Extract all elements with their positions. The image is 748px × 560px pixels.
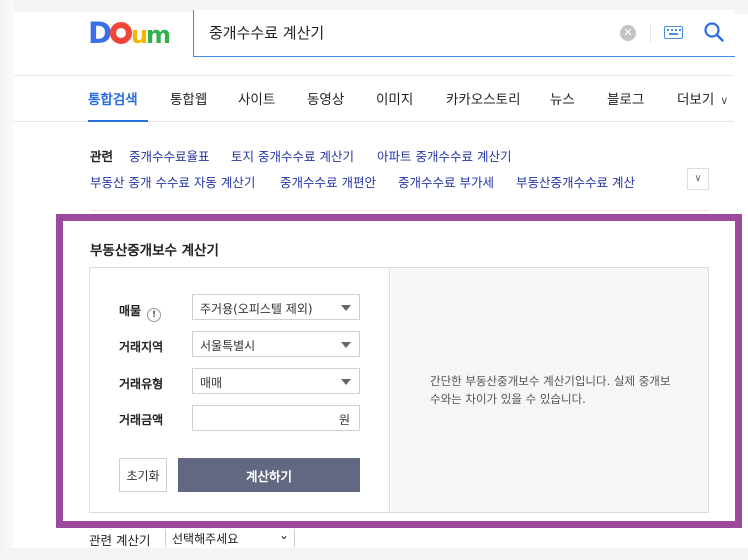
- chevron-down-icon: ⌄: [278, 528, 289, 542]
- calculator-form: 매물! 주거용(오피스텔 제외) 거래지역 서울특별시 거래유형 매매 거래금액…: [90, 268, 390, 512]
- page-shadow-bottom: [0, 548, 748, 560]
- related-calculators-select[interactable]: 선택해주세요 ⌄: [165, 528, 295, 547]
- tab-kakaostory[interactable]: 카카오스토리: [446, 88, 521, 108]
- related-link[interactable]: 중개수수료율표: [129, 146, 210, 165]
- region-label: 거래지역: [119, 340, 164, 354]
- calculate-button[interactable]: 계산하기: [178, 458, 360, 492]
- property-label: 매물!: [119, 302, 162, 322]
- related-link[interactable]: 중개수수료 부가세: [398, 172, 494, 191]
- dropdown-arrow-icon: [341, 305, 351, 311]
- deal-type-select[interactable]: 매매: [192, 368, 360, 394]
- related-link[interactable]: 부동산 중개 수수료 자동 계산기: [90, 172, 255, 191]
- amount-unit: 원: [338, 413, 350, 427]
- property-select[interactable]: 주거용(오피스텔 제외): [192, 294, 360, 320]
- region-select-value: 서울특별시: [200, 339, 256, 353]
- tab-integrated[interactable]: 통합검색: [88, 88, 138, 108]
- tab-news[interactable]: 뉴스: [550, 88, 575, 108]
- daum-logo[interactable]: D u m: [88, 16, 176, 50]
- property-select-value: 주거용(오피스텔 제외): [200, 302, 313, 316]
- tab-blog[interactable]: 블로그: [607, 88, 644, 108]
- related-link[interactable]: 중개수수료 개편안: [280, 172, 376, 191]
- calculator-info-text: 간단한 부동산중개보수 계산기입니다. 실제 중개보수와는 차이가 있을 수 있…: [430, 374, 671, 406]
- tab-site[interactable]: 사이트: [238, 88, 275, 108]
- dropdown-arrow-icon: [341, 342, 351, 348]
- expand-related-button[interactable]: ∨: [687, 168, 709, 190]
- search-box: ✕: [193, 10, 735, 57]
- keyboard-icon[interactable]: [664, 26, 683, 39]
- related-link[interactable]: 토지 중개수수료 계산기: [231, 146, 354, 165]
- search-icon[interactable]: [702, 20, 726, 44]
- amount-input[interactable]: 원: [192, 405, 360, 431]
- related-calculators-select-value: 선택해주세요: [172, 532, 239, 546]
- dropdown-arrow-icon: [341, 379, 351, 385]
- reset-button[interactable]: 초기화: [119, 458, 167, 492]
- deal-type-label: 거래유형: [119, 377, 164, 391]
- tab-more[interactable]: 더보기 ∨: [677, 88, 728, 108]
- related-link[interactable]: 부동산중개수수료 계산: [516, 172, 635, 191]
- deal-type-select-value: 매매: [200, 376, 223, 390]
- calculator-highlight-frame: 부동산중개보수 계산기 매물! 주거용(오피스텔 제외) 거래지역 서울특별시 …: [56, 214, 742, 528]
- related-link[interactable]: 아파트 중개수수료 계산기: [377, 146, 511, 165]
- clear-icon[interactable]: ✕: [620, 25, 636, 41]
- page-shadow-left: [0, 0, 14, 560]
- tab-web[interactable]: 통합웹: [170, 88, 207, 108]
- tab-video[interactable]: 동영상: [307, 88, 344, 108]
- header-divider: [14, 75, 734, 76]
- region-select[interactable]: 서울특별시: [192, 331, 360, 357]
- related-calculators-label: 관련 계산기: [89, 533, 151, 548]
- svg-text:D: D: [88, 16, 112, 50]
- related-title: 관련: [90, 149, 114, 164]
- property-label-text: 매물: [119, 304, 142, 318]
- search-divider: [650, 24, 651, 42]
- calculator-box: 매물! 주거용(오피스텔 제외) 거래지역 서울특별시 거래유형 매매 거래금액…: [89, 267, 709, 513]
- svg-text:m: m: [146, 21, 171, 49]
- related-divider: [90, 210, 710, 211]
- help-icon[interactable]: !: [147, 308, 162, 322]
- tab-more-label: 더보기: [677, 92, 715, 108]
- calculator-title: 부동산중개보수 계산기: [90, 243, 219, 259]
- amount-label: 거래금액: [119, 413, 164, 427]
- search-input[interactable]: [209, 19, 599, 45]
- chevron-down-icon: ∨: [720, 94, 729, 107]
- calculator-info-pane: 간단한 부동산중개보수 계산기입니다. 실제 중개보수와는 차이가 있을 수 있…: [391, 268, 708, 512]
- active-tab-indicator: [88, 120, 148, 122]
- tab-image[interactable]: 이미지: [376, 88, 413, 108]
